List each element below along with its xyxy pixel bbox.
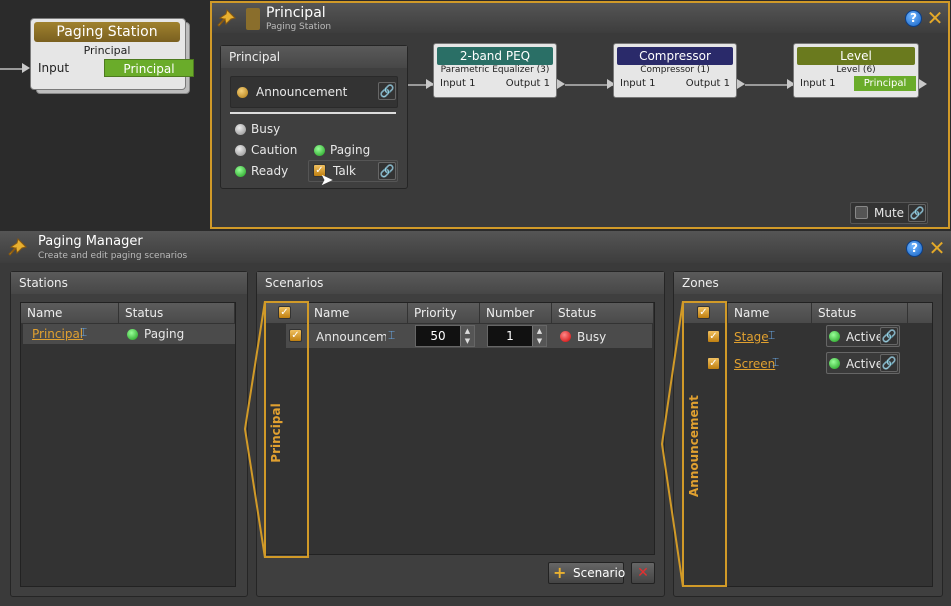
zone-bracket-pointer-icon xyxy=(661,301,684,587)
paging-station-swatch-icon xyxy=(246,8,260,30)
zone-status-led xyxy=(829,331,840,342)
scenarios-table-header: Name Priority Number Status xyxy=(266,303,654,323)
scenario-name[interactable]: Announceme xyxy=(316,330,386,344)
mute-label: Mute xyxy=(874,206,905,220)
level-node[interactable]: Level Level (6) Input 1 Principal xyxy=(793,43,919,98)
paging-station-input-label: Input xyxy=(38,61,70,75)
col-status[interactable]: Status xyxy=(552,303,654,323)
talk-label: Talk xyxy=(333,164,356,178)
busy-label: Busy xyxy=(251,122,281,136)
mute-link-icon[interactable]: 🔗 xyxy=(908,204,926,222)
col-name[interactable]: Name xyxy=(21,303,119,323)
level-output[interactable]: Principal xyxy=(854,76,916,91)
peq-output-label: Output 1 xyxy=(505,78,550,89)
caution-label: Caution xyxy=(251,143,298,157)
mute-checkbox[interactable] xyxy=(855,206,868,219)
number-value: 1 xyxy=(506,329,514,343)
caution-led xyxy=(235,145,246,156)
peq-node-subtitle: Parametric Equalizer (3) xyxy=(440,65,550,75)
level-node-title: Level xyxy=(797,47,915,65)
add-scenario-button[interactable]: + Scenario xyxy=(548,562,626,584)
stations-table-header: Name Status xyxy=(21,303,235,323)
wire-comp-level xyxy=(745,84,793,86)
col-name[interactable]: Name xyxy=(308,303,408,323)
wire-peq-comp xyxy=(565,84,613,86)
edit-cursor-icon[interactable]: ⌶ xyxy=(80,325,87,340)
peq-node-title: 2-band PEQ xyxy=(437,47,553,65)
delete-icon: ✕ xyxy=(637,565,649,581)
station-status-led xyxy=(127,329,138,340)
paging-station-title: Paging Station xyxy=(34,22,180,42)
compressor-node[interactable]: Compressor Compressor (1) Input 1 Output… xyxy=(613,43,737,98)
scenario-led xyxy=(237,87,248,98)
wire-in xyxy=(0,68,22,70)
paging-label: Paging xyxy=(330,143,371,157)
cursor-icon: ➤ xyxy=(320,170,334,189)
col-status[interactable]: Status xyxy=(812,303,908,323)
stations-title: Stations xyxy=(11,272,247,294)
pin-icon[interactable] xyxy=(217,8,237,28)
scenario-status: Busy xyxy=(577,330,607,344)
number-spin-buttons[interactable]: ▲ ▼ xyxy=(532,326,546,346)
help-icon[interactable]: ? xyxy=(906,240,923,257)
paging-led xyxy=(314,145,325,156)
close-icon[interactable]: ✕ xyxy=(928,238,946,258)
plus-icon: + xyxy=(553,563,567,582)
close-icon[interactable]: ✕ xyxy=(926,8,944,28)
scenario-side-label: Principal xyxy=(269,403,283,463)
talk-link-icon[interactable]: 🔗 xyxy=(378,162,396,180)
priority-spin-buttons[interactable]: ▲ ▼ xyxy=(460,326,474,346)
paging-manager-title: Paging Manager xyxy=(38,234,143,249)
principal-panel-title: Principal xyxy=(221,46,407,68)
compressor-output-label: Output 1 xyxy=(685,78,730,89)
ready-led xyxy=(235,166,246,177)
edit-cursor-icon[interactable]: ⌶ xyxy=(388,328,395,343)
compressor-node-title: Compressor xyxy=(617,47,733,65)
edit-cursor-icon[interactable]: ⌶ xyxy=(768,328,775,343)
panel-divider xyxy=(230,112,396,114)
ready-label: Ready xyxy=(251,164,289,178)
zone-name-link[interactable]: Screen xyxy=(734,357,775,371)
scenarios-title: Scenarios xyxy=(257,272,664,294)
zones-title: Zones xyxy=(674,272,942,294)
station-status: Paging xyxy=(144,327,185,341)
col-name[interactable]: Name xyxy=(728,303,812,323)
level-node-subtitle: Level (6) xyxy=(836,65,876,75)
station-name-link[interactable]: Principal xyxy=(32,327,83,341)
link-icon[interactable]: 🔗 xyxy=(378,82,396,100)
col-status[interactable]: Status xyxy=(119,303,235,323)
compressor-node-subtitle: Compressor (1) xyxy=(640,65,710,75)
zone-side-label: Announcement xyxy=(687,395,701,497)
edit-cursor-icon[interactable]: ⌶ xyxy=(772,355,779,370)
paging-station-subtitle: Principal xyxy=(83,44,131,57)
paging-manager-subtitle: Create and edit paging scenarios xyxy=(38,251,188,261)
priority-value: 50 xyxy=(430,329,446,343)
stations-table xyxy=(20,302,236,587)
principal-window-subtitle: Paging Station xyxy=(266,22,332,32)
principal-window-title: Principal xyxy=(266,5,326,21)
scenario-status-led xyxy=(560,331,571,342)
zone-status-led xyxy=(829,358,840,369)
zone-link-icon[interactable]: 🔗 xyxy=(880,354,898,372)
add-scenario-label: Scenario xyxy=(573,566,626,580)
busy-led xyxy=(235,124,246,135)
zone-name-link[interactable]: Stage xyxy=(734,330,769,344)
scenario-selector-label: Announcement xyxy=(256,85,348,99)
paging-station-output[interactable]: Principal xyxy=(104,59,194,77)
help-icon[interactable]: ? xyxy=(905,10,922,27)
scenario-bracket-pointer-icon xyxy=(244,301,266,558)
pin-icon[interactable] xyxy=(8,237,28,257)
zone-status: Active xyxy=(846,357,884,371)
col-number[interactable]: Number xyxy=(480,303,552,323)
level-input-label: Input 1 xyxy=(800,78,836,89)
col-priority[interactable]: Priority xyxy=(408,303,480,323)
zone-link-icon[interactable]: 🔗 xyxy=(880,327,898,345)
delete-scenario-button[interactable]: ✕ xyxy=(631,562,655,584)
compressor-input-label: Input 1 xyxy=(620,78,656,89)
peq-node[interactable]: 2-band PEQ Parametric Equalizer (3) Inpu… xyxy=(433,43,557,98)
input-port-icon[interactable] xyxy=(22,63,30,73)
zone-status: Active xyxy=(846,330,884,344)
peq-input-label: Input 1 xyxy=(440,78,476,89)
